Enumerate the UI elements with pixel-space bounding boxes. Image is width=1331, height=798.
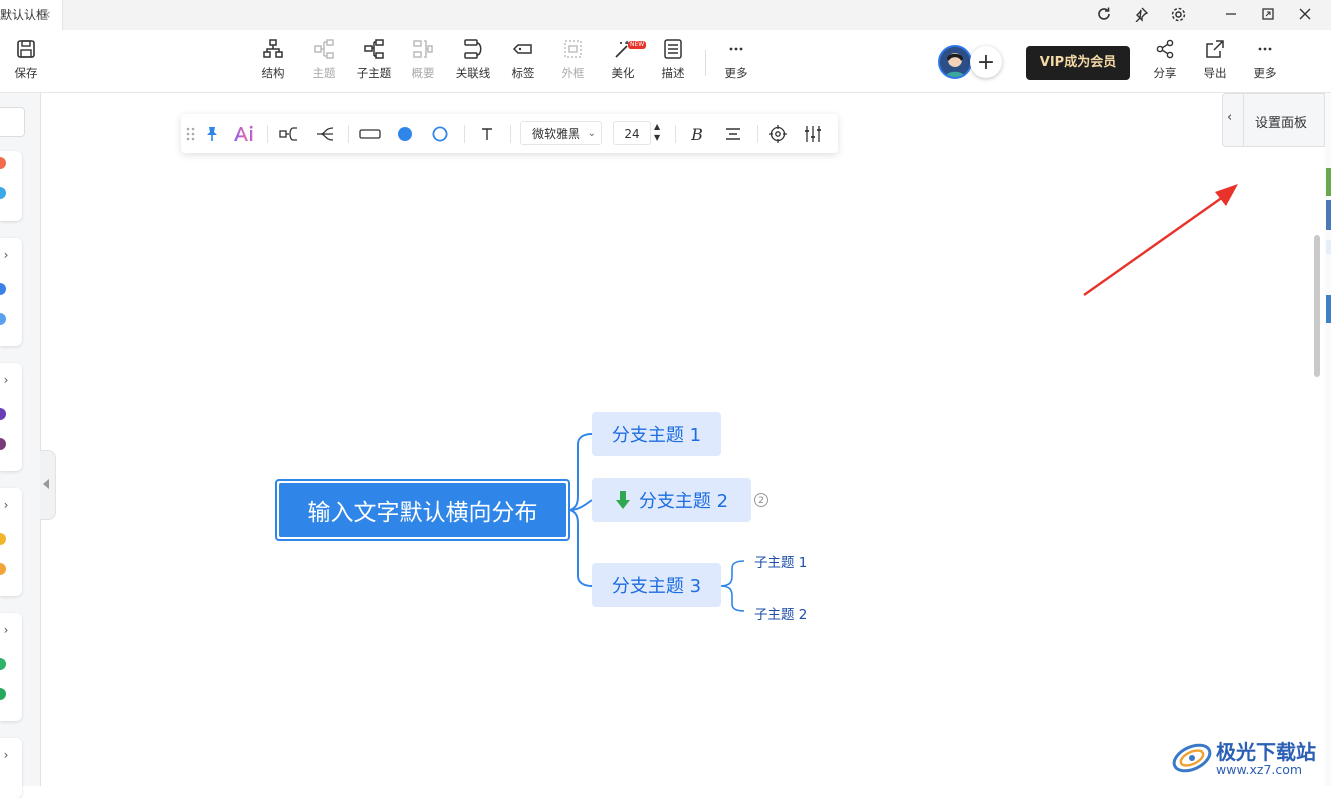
branch-topic-1-text: 分支主题 1	[611, 425, 702, 446]
root-topic-text: 输入文字默认横向分布	[279, 483, 566, 537]
branch-topic-1[interactable]: 分支主题 1	[592, 412, 721, 456]
subtopic-2[interactable]: 子主题 2	[754, 603, 807, 623]
branch-topic-2[interactable]: 分支主题 2	[592, 478, 751, 522]
collapsed-count-badge[interactable]: 2	[754, 493, 768, 507]
root-topic[interactable]: 输入文字默认横向分布	[275, 479, 570, 541]
watermark-url: www.xz7.com	[1216, 762, 1303, 777]
watermark: 极光下载站 www.xz7.com	[1170, 734, 1330, 784]
red-annotation-arrow	[1083, 184, 1238, 296]
subtopic-1[interactable]: 子主题 1	[754, 551, 807, 571]
branch-topic-3-text: 分支主题 3	[611, 576, 702, 597]
branch-topic-3[interactable]: 分支主题 3	[592, 563, 721, 607]
download-arrow-icon	[615, 490, 631, 510]
watermark-logo-icon	[1172, 743, 1212, 773]
branch-topic-2-text: 分支主题 2	[638, 491, 729, 512]
watermark-name: 极光下载站	[1216, 740, 1316, 764]
mindmap-connectors	[569, 433, 745, 612]
